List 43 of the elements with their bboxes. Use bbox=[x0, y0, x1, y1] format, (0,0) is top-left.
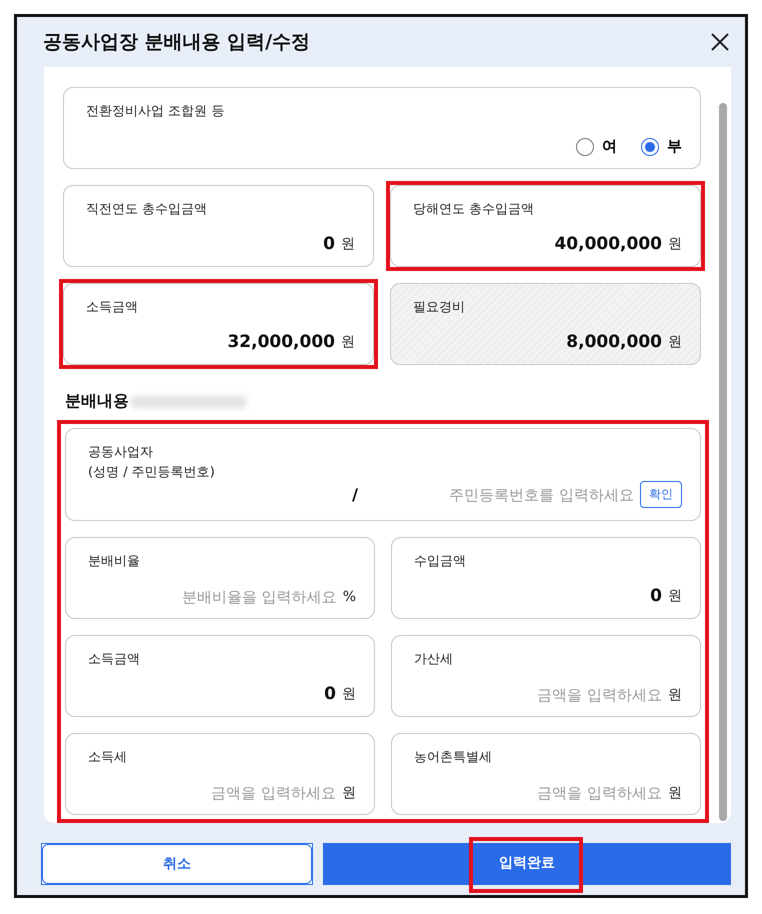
radio-option[interactable]: 부 bbox=[641, 137, 682, 156]
input-field[interactable]: 금액을 입력하세요 bbox=[156, 784, 336, 802]
amount-value: 0 bbox=[324, 684, 336, 704]
field-label: 공동사업자 bbox=[88, 444, 154, 461]
field-label: 분배비율 bbox=[88, 553, 141, 570]
unit-label: 원 bbox=[668, 587, 682, 605]
field-label: 소득금액 bbox=[88, 651, 141, 668]
field-sublabel: (성명 / 주민등록번호) bbox=[88, 464, 216, 481]
field-label: 소득금액 bbox=[86, 299, 139, 316]
resident-number-input[interactable]: 주민등록번호를 입력하세요 bbox=[434, 486, 634, 504]
close-icon[interactable] bbox=[709, 31, 731, 53]
unit-label: 원 bbox=[668, 784, 682, 802]
amount-value: 0 bbox=[323, 234, 335, 254]
amount-value: 8,000,000 bbox=[566, 332, 662, 352]
field-label: 가산세 bbox=[414, 651, 454, 668]
cancel-button[interactable]: 취소 bbox=[42, 844, 312, 884]
radio-option[interactable]: 여 bbox=[576, 137, 617, 156]
field-label: 전환정비사업 조합원 등 bbox=[86, 103, 226, 120]
input-field[interactable]: 금액을 입력하세요 bbox=[482, 784, 662, 802]
amount-value: 32,000,000 bbox=[227, 332, 335, 352]
unit-label: 원 bbox=[342, 685, 356, 703]
unit-label: 원 bbox=[342, 784, 356, 802]
field-label: 수입금액 bbox=[414, 553, 467, 570]
input-field[interactable]: 금액을 입력하세요 bbox=[482, 686, 662, 704]
field-label: 소득세 bbox=[88, 749, 128, 766]
unit-label: 원 bbox=[668, 686, 682, 704]
confirm-button[interactable]: 확인 bbox=[640, 481, 682, 508]
unit-label: 원 bbox=[341, 333, 355, 351]
section-title: 분배내용 bbox=[65, 391, 129, 412]
field-label: 직전연도 총수입금액 bbox=[86, 201, 208, 218]
input-field[interactable]: 분배비율을 입력하세요 bbox=[156, 588, 337, 606]
dialog-title: 공동사업장 분배내용 입력/수정 bbox=[43, 30, 310, 55]
field-label: 당해연도 총수입금액 bbox=[413, 201, 536, 218]
scrollbar[interactable] bbox=[719, 103, 727, 821]
unit-label: % bbox=[342, 589, 356, 605]
amount-value: 0 bbox=[650, 586, 662, 606]
unit-label: 원 bbox=[668, 235, 682, 253]
field-label: 농어촌특별세 bbox=[414, 749, 493, 766]
amount-value: 40,000,000 bbox=[554, 234, 662, 254]
unit-label: 원 bbox=[341, 235, 355, 253]
separator: / bbox=[352, 485, 358, 504]
unit-label: 원 bbox=[668, 333, 682, 351]
field-label: 필요경비 bbox=[413, 299, 466, 316]
